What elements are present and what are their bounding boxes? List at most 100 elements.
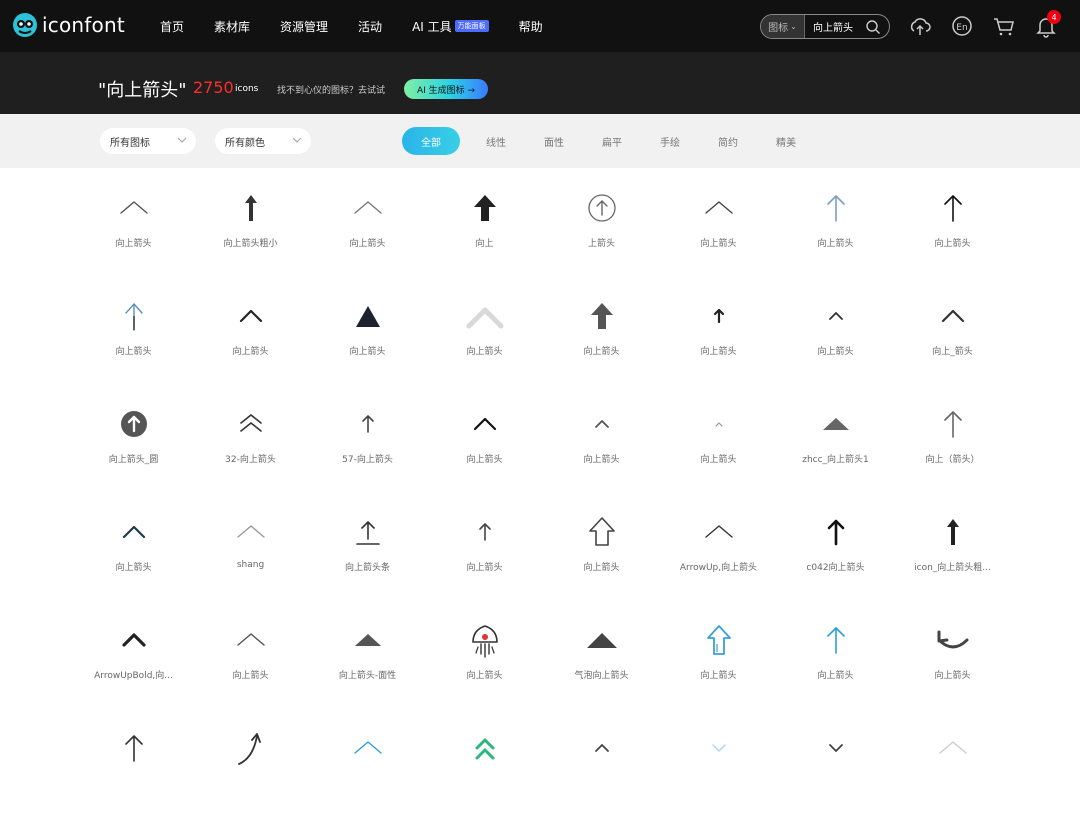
icon-result-card[interactable] (777, 728, 894, 836)
search-type-label: 图标 (768, 23, 789, 34)
notifications-button[interactable]: 4 (1034, 10, 1061, 38)
icon-result-card[interactable]: 向上箭头 (309, 188, 426, 296)
arrow-bold-narrow-icon (946, 519, 959, 545)
icon-result-card[interactable] (192, 728, 309, 836)
icon-result-card[interactable]: zhcc_向上箭头1 (777, 404, 894, 512)
icon-result-label: 向上箭头_圆 (108, 455, 159, 465)
icon-result-card[interactable]: 上箭头 (543, 188, 660, 296)
chevron-tiny-icon (714, 422, 723, 427)
icon-result-card[interactable]: 向上箭头 (192, 296, 309, 404)
nav-item-ai-tools[interactable]: AI 工具 万能面板 (412, 18, 489, 35)
icon-result-card[interactable]: 向上箭头 (309, 296, 426, 404)
icon-result-card[interactable]: 向上箭头 (543, 512, 660, 620)
tab-handdrawn[interactable]: 手绘 (660, 134, 680, 149)
icon-result-card[interactable]: 向上箭头 (660, 404, 777, 512)
nav-item-help[interactable]: 帮助 (519, 18, 543, 35)
iconfont-logo[interactable]: iconfont (12, 12, 125, 38)
header-actions: En 4 (908, 10, 1076, 38)
nav-item-home[interactable]: 首页 (160, 18, 184, 35)
result-count: 2750 (193, 78, 234, 97)
icon-result-card[interactable]: 向上 (426, 188, 543, 296)
icon-result-label: 向上箭头 (466, 455, 503, 465)
icon-result-card[interactable]: 向上箭头 (777, 188, 894, 296)
icon-result-card[interactable]: 向上箭头-面性 (309, 620, 426, 728)
icon-result-card[interactable]: 向上箭头 (75, 188, 192, 296)
icon-result-card[interactable]: icon_向上箭头粗... (894, 512, 1011, 620)
icon-result-card[interactable]: 向上箭头 (894, 620, 1011, 728)
icon-result-card[interactable]: 向上箭头 (75, 512, 192, 620)
tab-flat[interactable]: 扁平 (602, 134, 622, 149)
icon-result-card[interactable]: 向上箭头 (426, 296, 543, 404)
icon-result-card[interactable]: 向上箭头_圆 (75, 404, 192, 512)
icon-result-card[interactable]: shang (192, 512, 309, 620)
search-type-select[interactable]: 图标 ⌄ (761, 15, 805, 38)
icon-result-card[interactable]: 向上箭头 (894, 188, 1011, 296)
icon-result-label: 向上箭头 (466, 563, 503, 573)
icon-result-label: 32-向上箭头 (225, 455, 276, 465)
icon-result-card[interactable]: 57-向上箭头 (309, 404, 426, 512)
icon-result-card[interactable]: 向上箭头 (777, 296, 894, 404)
ai-generate-button[interactable]: AI 生成图标 → (404, 79, 488, 99)
icon-result-card[interactable] (75, 728, 192, 836)
chevron-thin-icon (938, 741, 967, 754)
tab-linear[interactable]: 线性 (486, 134, 506, 149)
icon-result-card[interactable]: 32-向上箭头 (192, 404, 309, 512)
icon-result-card[interactable]: c042向上箭头 (777, 512, 894, 620)
language-icon[interactable]: En (950, 14, 974, 38)
chevron-thin-icon (236, 633, 265, 646)
color-select[interactable]: 所有颜色 (215, 128, 311, 154)
icon-result-card[interactable]: 向上_箭头 (894, 296, 1011, 404)
tab-exquisite[interactable]: 精美 (776, 134, 796, 149)
chevron-medium-icon (941, 309, 964, 323)
icon-result-card[interactable]: 向上箭头 (777, 620, 894, 728)
icon-result-card[interactable] (894, 728, 1011, 836)
icon-result-label: 向上箭头 (934, 239, 971, 249)
search-input[interactable]: 向上箭头 (813, 19, 865, 34)
icon-result-card[interactable]: 向上箭头 (426, 404, 543, 512)
icon-result-card[interactable] (660, 728, 777, 836)
icon-result-label: 向上箭头 (817, 239, 854, 249)
arrow-thin-icon (826, 195, 845, 222)
search-icon[interactable] (865, 19, 881, 35)
icon-result-label: c042向上箭头 (806, 563, 865, 573)
icon-result-card[interactable]: 向上箭头 (192, 620, 309, 728)
icon-result-card[interactable] (309, 728, 426, 836)
icon-result-card[interactable]: 向上箭头 (660, 620, 777, 728)
nav-item-library[interactable]: 素材库 (214, 18, 250, 35)
tab-all[interactable]: 全部 (402, 127, 460, 155)
icon-result-card[interactable]: 向上（箭头） (894, 404, 1011, 512)
icon-result-card[interactable]: 向上箭头 (660, 296, 777, 404)
search-box[interactable]: 图标 ⌄ 向上箭头 (760, 14, 890, 39)
icon-result-card[interactable]: 向上箭头条 (309, 512, 426, 620)
triangle-flat-icon (354, 634, 381, 646)
tab-simple[interactable]: 简约 (718, 134, 738, 149)
arrow-small-thin-icon (361, 415, 374, 433)
icon-result-card[interactable]: 向上箭头 (543, 296, 660, 404)
icon-result-label: 向上箭头条 (344, 563, 390, 573)
icon-result-label: 向上箭头 (466, 347, 503, 357)
chevron-double-icon (239, 414, 262, 432)
icon-type-select[interactable]: 所有图标 (100, 128, 196, 154)
icon-result-card[interactable]: 向上箭头 (426, 512, 543, 620)
arrow-bold-head-icon (590, 303, 613, 329)
icon-result-card[interactable]: 气泡向上箭头 (543, 620, 660, 728)
arrow-small-bold-icon (713, 308, 724, 324)
icon-result-card[interactable]: 向上箭头 (426, 620, 543, 728)
icon-result-card[interactable]: 向上箭头粗小 (192, 188, 309, 296)
icon-result-card[interactable] (543, 728, 660, 836)
icon-result-label: ArrowUpBold,向... (94, 671, 173, 681)
arrow-bold-head-icon (473, 195, 496, 221)
tab-filled[interactable]: 面性 (544, 134, 564, 149)
nav-item-resources[interactable]: 资源管理 (280, 18, 328, 35)
nav-item-events[interactable]: 活动 (358, 18, 382, 35)
top-navigation-bar: iconfont 首页 素材库 资源管理 活动 AI 工具 万能面板 帮助 图标 ⌄… (0, 0, 1080, 52)
icon-result-card[interactable] (426, 728, 543, 836)
cart-icon[interactable] (992, 14, 1016, 38)
icon-result-card[interactable]: ArrowUpBold,向... (75, 620, 192, 728)
icon-result-card[interactable]: 向上箭头 (660, 188, 777, 296)
icon-result-card[interactable]: ArrowUp,向上箭头 (660, 512, 777, 620)
icon-result-card[interactable]: 向上箭头 (543, 404, 660, 512)
upload-cloud-icon[interactable] (908, 14, 932, 38)
chevron-down-icon: ⌄ (790, 22, 797, 31)
icon-result-card[interactable]: 向上箭头 (75, 296, 192, 404)
